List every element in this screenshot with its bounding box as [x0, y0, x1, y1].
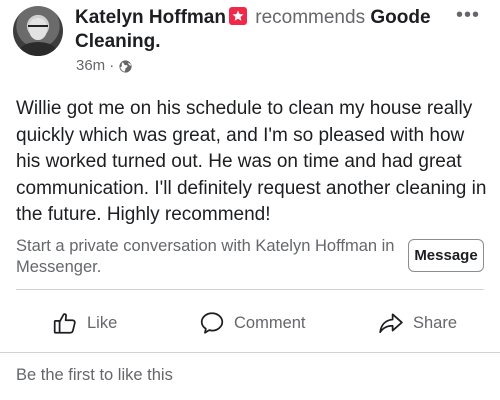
recommends-text: recommends	[255, 7, 366, 28]
more-options-button[interactable]: •••	[456, 5, 480, 25]
avatar-shoulders	[19, 42, 57, 56]
globe-icon	[119, 59, 132, 73]
messenger-prompt: Start a private conversation with Kately…	[16, 237, 395, 276]
author-name[interactable]: Katelyn Hoffman	[75, 7, 226, 28]
likes-summary: Be the first to like this	[16, 366, 173, 384]
comment-label: Comment	[234, 313, 306, 332]
action-bar: Like Comment Share	[0, 300, 500, 346]
page-name-line2: Cleaning	[75, 31, 156, 52]
avatar-glasses	[28, 25, 48, 32]
message-button[interactable]: Message	[408, 239, 484, 272]
divider	[0, 352, 500, 353]
like-button[interactable]: Like	[52, 300, 117, 346]
post-meta: 36m ·	[76, 57, 133, 75]
page-name[interactable]: Goode	[370, 7, 430, 28]
post-body: Willie got me on his schedule to clean m…	[16, 98, 487, 225]
like-label: Like	[87, 313, 118, 332]
divider	[16, 289, 484, 290]
comment-button[interactable]: Comment	[199, 300, 306, 346]
avatar[interactable]	[13, 6, 63, 56]
share-label: Share	[413, 313, 458, 332]
post-header: Katelyn Hoffman recommends Goode	[75, 6, 445, 30]
thumbs-up-icon	[53, 313, 76, 334]
comment-bubble-icon	[200, 312, 224, 334]
meta-separator: ·	[109, 57, 115, 74]
post-timestamp[interactable]: 36m	[76, 57, 105, 75]
page-name-punct: .	[155, 31, 161, 52]
recommendation-post: Katelyn Hoffman recommends Goode Cleanin…	[0, 0, 500, 400]
recommendation-star-icon	[228, 7, 247, 25]
share-arrow-icon	[379, 313, 403, 334]
page-name-continued[interactable]: Cleaning.	[75, 30, 161, 54]
share-button[interactable]: Share	[378, 300, 457, 346]
